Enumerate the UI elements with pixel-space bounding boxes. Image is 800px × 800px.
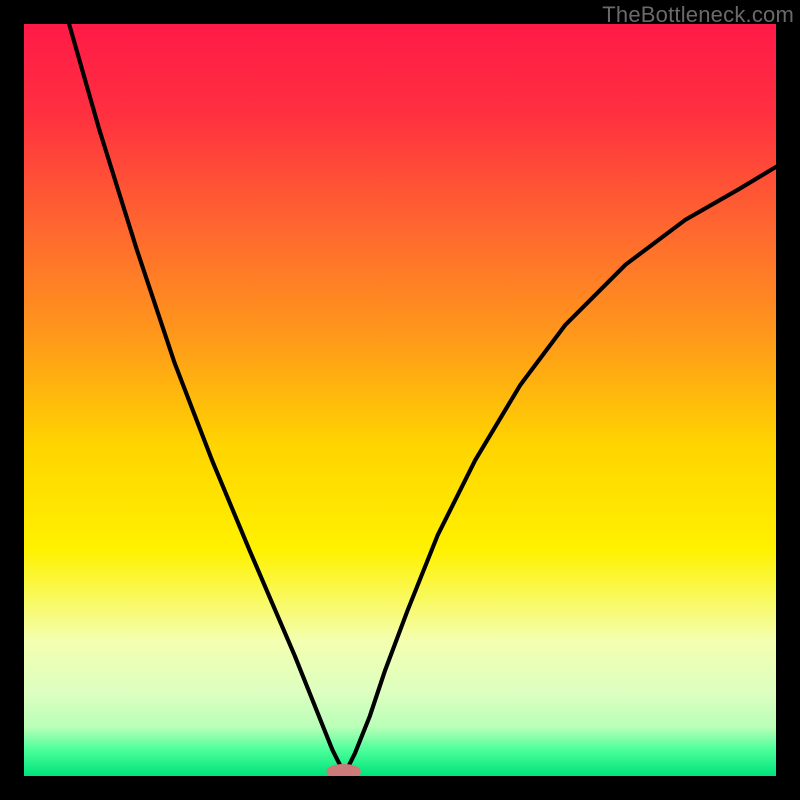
gradient-rect <box>24 24 776 776</box>
chart-frame <box>24 24 776 776</box>
bottleneck-curve-chart <box>24 24 776 776</box>
